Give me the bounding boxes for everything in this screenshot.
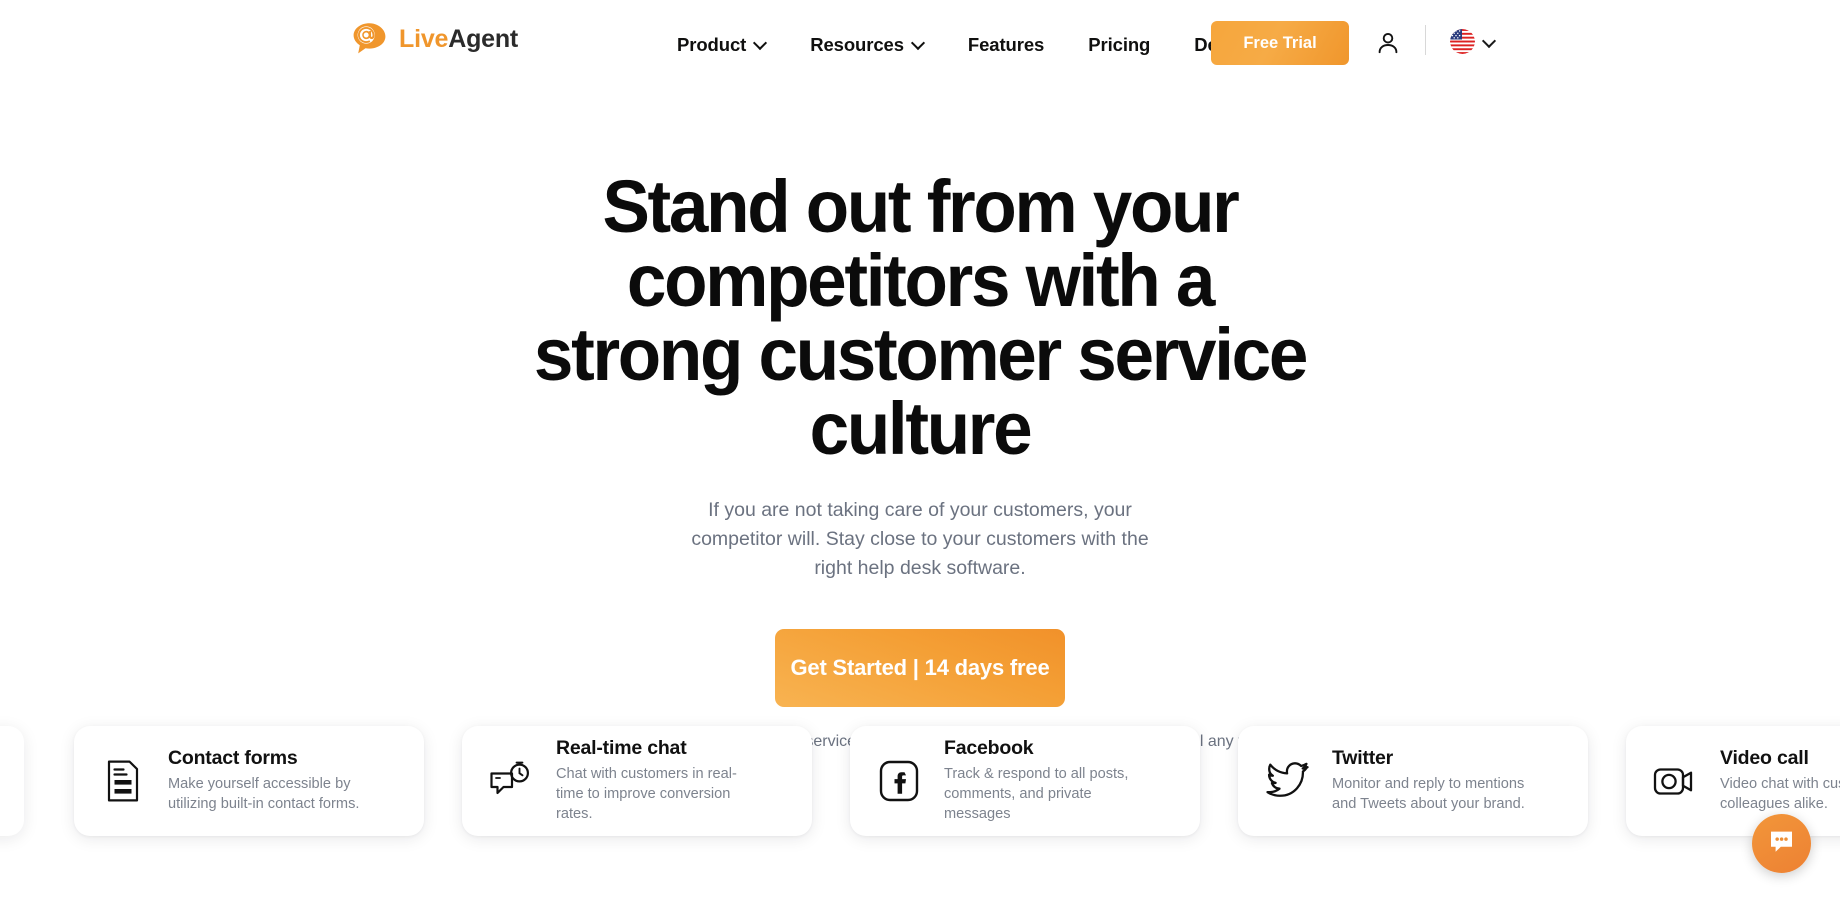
nav-item-features[interactable]: Features [946,26,1066,64]
chat-bubble-dots-icon [1766,826,1797,862]
feature-card-facebook[interactable]: Facebook Track & respond to all posts, c… [850,726,1200,836]
nav-item-product-label: Product [677,34,747,55]
feature-card-contact-forms[interactable]: Contact forms Make yourself accessible b… [74,726,424,836]
video-camera-icon [1652,758,1698,804]
header-divider [1425,25,1426,55]
feature-card-description: Chat with customers in real-time to impr… [556,766,737,822]
main-navigation: Product Resources Features Pricing Demo [655,26,1267,64]
facebook-icon [876,758,922,804]
chevron-down-icon [913,38,924,49]
chevron-down-icon [1484,36,1495,47]
liveagent-logo[interactable]: LiveAgent [352,22,518,56]
feature-card-title: Twitter [1332,747,1394,770]
feature-card-twitter[interactable]: Twitter Monitor and reply to mentions an… [1238,726,1588,836]
nav-item-pricing-label: Pricing [1088,34,1151,55]
feature-card-video-call[interactable]: Video call Video chat with customers and… [1626,726,1840,836]
logo-word-live: Live [399,24,449,53]
nav-item-pricing[interactable]: Pricing [1066,26,1172,64]
contact-form-document-icon [100,758,146,804]
get-started-button[interactable]: Get Started | 14 days free [775,628,1065,707]
feature-card-body: Twitter Monitor and reply to mentions an… [1332,747,1537,814]
feature-card-description: Make yourself accessible by utilizing bu… [168,776,360,812]
nav-item-resources-label: Resources [810,34,904,55]
logo-wordmark: LiveAgent [399,24,519,53]
feature-cards-region: Contact forms Make yourself accessible b… [0,718,1840,900]
logo-word-agent: Agent [448,24,519,53]
hero-section: Stand out from your competitors with a s… [0,86,1840,751]
chevron-down-icon [755,38,766,49]
feature-card-description: Video chat with customers and colleagues… [1720,776,1840,812]
feature-card-real-time-chat[interactable]: Real-time chat Chat with customers in re… [462,726,812,836]
feature-card-title: Facebook [944,737,1034,760]
feature-card-body: Real-time chat Chat with customers in re… [556,737,761,824]
hero-subtitle: If you are not taking care of your custo… [691,499,1149,579]
cta-container: Get Started | 14 days free [0,628,1840,707]
feature-card-body: Contact forms Make yourself accessible b… [168,747,373,814]
page-title: Stand out from your competitors with a s… [533,165,1309,470]
feature-card-title: Real-time chat [556,737,687,760]
nav-item-product[interactable]: Product [655,26,788,64]
twitter-bird-icon [1264,758,1310,804]
free-trial-button[interactable]: Free Trial [1211,21,1349,65]
user-person-icon[interactable] [1375,30,1401,56]
feature-card-body: Facebook Track & respond to all posts, c… [944,737,1149,824]
liveagent-speech-bubble-at-logo-icon [352,22,390,56]
chat-widget-button[interactable] [1752,814,1811,873]
feature-card-title: Contact forms [168,747,298,770]
language-selector[interactable] [1450,29,1495,54]
nav-item-resources[interactable]: Resources [788,26,946,64]
feature-cards-row-primary: Contact forms Make yourself accessible b… [0,726,1840,836]
feature-card-description: Monitor and reply to mentions and Tweets… [1332,776,1525,812]
real-time-chat-stopwatch-icon [488,758,534,804]
site-header: LiveAgent Product Resources Features Pri… [0,0,1840,86]
feature-card-description: Track & respond to all posts, comments, … [944,766,1129,822]
nav-item-features-label: Features [967,34,1045,55]
us-flag-icon [1450,29,1475,54]
feature-card-title: Video call [1720,747,1809,770]
feature-card-body: Video call Video chat with customers and… [1720,747,1840,814]
